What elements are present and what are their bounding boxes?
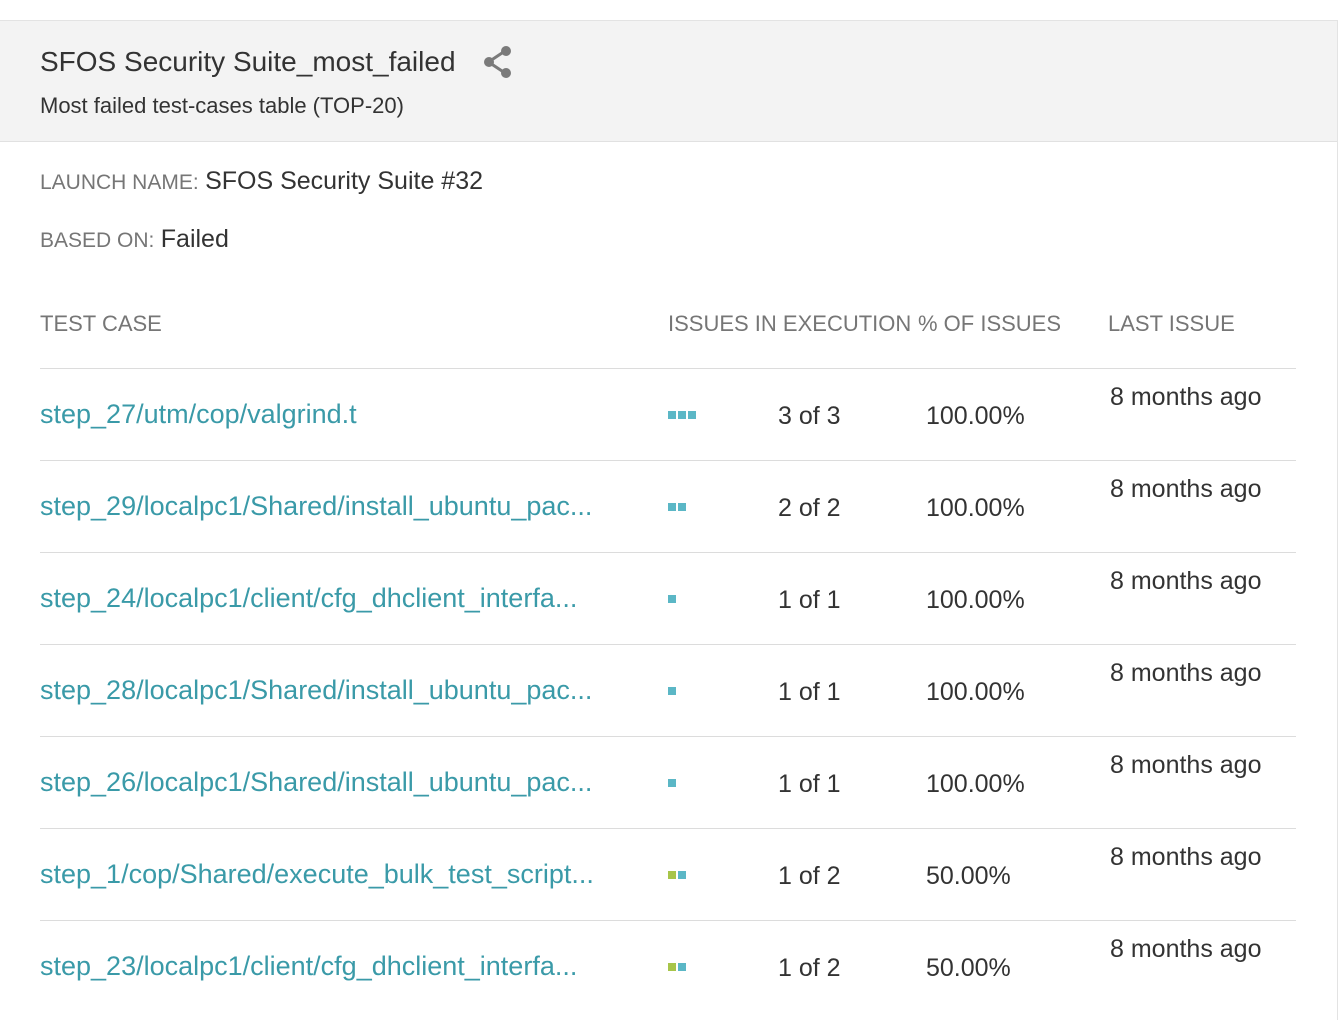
execution-history-bars [668,871,686,879]
last-issue-time: 8 months ago [1110,751,1262,779]
failed-execution-marker [678,871,686,879]
execution-history-bars [668,503,686,511]
execution-history-bars [668,687,676,695]
last-issue-time: 8 months ago [1110,659,1262,687]
execution-history-bars [668,963,686,971]
test-case-link[interactable]: step_24/localpc1/client/cfg_dhclient_int… [40,583,658,614]
test-case-link[interactable]: step_27/utm/cop/valgrind.t [40,399,658,430]
issues-percent: 100.00% [926,678,1025,706]
failed-execution-marker [688,411,696,419]
table-row: step_23/localpc1/client/cfg_dhclient_int… [40,920,1296,1012]
failed-execution-marker [668,687,676,695]
issues-count: 3 of 3 [778,402,841,430]
last-issue-time: 8 months ago [1110,567,1262,595]
widget-title: SFOS Security Suite_most_failed [40,46,456,77]
based-on: BASED ON: Failed [40,225,229,254]
launch-name-label: LAUNCH NAME: [40,171,199,194]
issues-count: 1 of 2 [778,862,841,890]
last-issue-time: 8 months ago [1110,475,1262,503]
passed-execution-marker [668,871,676,879]
table-row: step_27/utm/cop/valgrind.t 3 of 3 100.00% 8… [40,368,1296,460]
last-issue-time: 8 months ago [1110,843,1262,871]
test-case-link[interactable]: step_1/cop/Shared/execute_bulk_test_scri… [40,859,658,890]
failed-execution-marker [668,411,676,419]
failed-execution-marker [668,595,676,603]
launch-name-value: SFOS Security Suite #32 [205,167,483,195]
issues-percent: 100.00% [926,586,1025,614]
table-row: step_28/localpc1/Shared/install_ubuntu_p… [40,644,1296,736]
most-failed-widget: SFOS Security Suite_most_failed Most fai… [0,20,1338,1020]
execution-history-bars [668,595,676,603]
column-header-test-case: TEST CASE [40,311,162,336]
failed-execution-marker [668,503,676,511]
execution-history-bars [668,779,676,787]
column-header-percent-of-issues: % OF ISSUES [918,311,1062,336]
widget-subtitle: Most failed test-cases table (TOP-20) [40,93,404,118]
last-issue-time: 8 months ago [1110,935,1262,963]
table-row: step_24/localpc1/client/cfg_dhclient_int… [40,552,1296,644]
table-row: step_29/localpc1/Shared/install_ubuntu_p… [40,460,1296,552]
column-header-issues-in-execution: ISSUES IN EXECUTION [668,311,912,336]
failed-execution-marker [668,779,676,787]
widget-title-row: SFOS Security Suite_most_failed [40,45,514,79]
issues-percent: 50.00% [926,862,1011,890]
issues-count: 1 of 1 [778,586,841,614]
based-on-label: BASED ON: [40,229,155,252]
issues-percent: 100.00% [926,402,1025,430]
issues-percent: 100.00% [926,494,1025,522]
failed-execution-marker [678,963,686,971]
issues-count: 1 of 1 [778,678,841,706]
test-case-link[interactable]: step_26/localpc1/Shared/install_ubuntu_p… [40,767,658,798]
test-case-link[interactable]: step_29/localpc1/Shared/install_ubuntu_p… [40,491,658,522]
execution-history-bars [668,411,696,419]
widget-header: SFOS Security Suite_most_failed Most fai… [0,21,1337,142]
failed-execution-marker [678,411,686,419]
last-issue-time: 8 months ago [1110,383,1262,411]
test-case-link[interactable]: step_23/localpc1/client/cfg_dhclient_int… [40,951,658,982]
test-case-link[interactable]: step_28/localpc1/Shared/install_ubuntu_p… [40,675,658,706]
column-header-last-issue: LAST ISSUE [1108,311,1235,336]
issues-count: 1 of 1 [778,770,841,798]
issues-count: 2 of 2 [778,494,841,522]
passed-execution-marker [668,963,676,971]
issues-percent: 100.00% [926,770,1025,798]
based-on-value: Failed [160,225,229,253]
test-case-table: step_27/utm/cop/valgrind.t 3 of 3 100.00% 8… [40,368,1296,1012]
table-row: step_26/localpc1/Shared/install_ubuntu_p… [40,736,1296,828]
failed-execution-marker [678,503,686,511]
issues-percent: 50.00% [926,954,1011,982]
table-row: step_1/cop/Shared/execute_bulk_test_scri… [40,828,1296,920]
issues-count: 1 of 2 [778,954,841,982]
launch-name: LAUNCH NAME: SFOS Security Suite #32 [40,167,483,196]
share-icon[interactable] [482,45,514,79]
